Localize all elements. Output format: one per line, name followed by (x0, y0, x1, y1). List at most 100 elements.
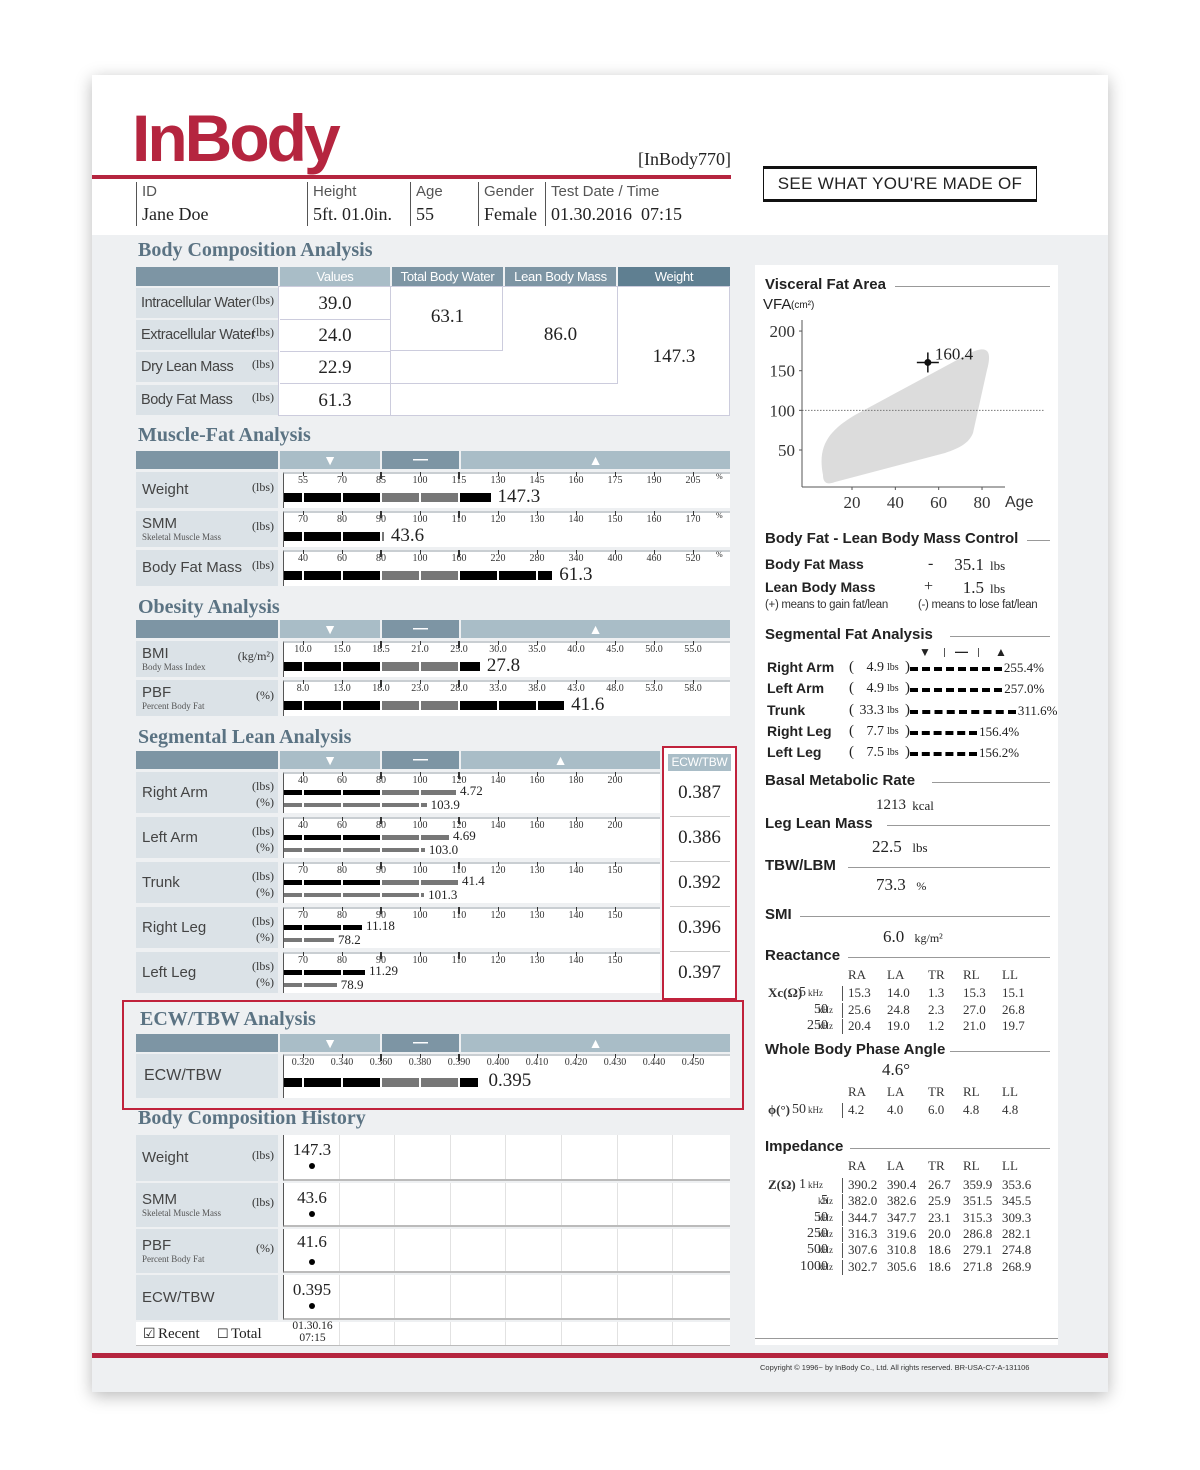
table-freq-unit: kHz (818, 1261, 833, 1272)
mfa-bar-segment (538, 571, 553, 580)
table-cell: 282.1 (1002, 1225, 1032, 1241)
row-sublabel: Body Mass Index (142, 662, 206, 672)
bca-title: Body Composition Analysis (138, 239, 373, 261)
table-column-header: LL (1002, 967, 1018, 982)
obesity-bar-segment (499, 701, 536, 710)
impedance-title-rule (850, 1148, 1050, 1149)
mfa-bar-segment (343, 532, 380, 541)
scale-tick-label: 15.0 (333, 644, 351, 655)
table-cell: 305.6 (887, 1258, 917, 1274)
sla-pct-bar-segment (343, 893, 380, 897)
ecw-bar-segment (421, 1078, 458, 1087)
table-cell: 390.2 (848, 1177, 878, 1192)
obesity-title: Obesity Analysis (138, 596, 280, 618)
normal-range-icon: — (413, 1034, 428, 1051)
scale-tick-label: 205 (685, 475, 701, 486)
scale-tick-label: 100 (412, 514, 428, 525)
scale-tick-label: 180 (568, 775, 584, 786)
leg_lean-value: 22.5 (872, 837, 902, 856)
table-cell: 6.0 (928, 1102, 945, 1117)
sfa-unit: lbs (887, 747, 899, 759)
header-red-rule (92, 175, 731, 179)
scale-tick-label: 140 (568, 910, 584, 921)
bca-row-unit: (lbs) (252, 293, 274, 307)
ecw-tbw-value: 0.392 (678, 872, 721, 893)
scale-tick-label: 100 (412, 955, 428, 966)
table-cell: 26.8 (1002, 1001, 1025, 1017)
scale-tick-label: 100 (412, 475, 428, 486)
sla-lbs-bar-segment (343, 970, 366, 975)
table-cell: 390.4 (887, 1177, 917, 1192)
table-divider (842, 1019, 843, 1034)
control-title: Body Fat - Lean Body Mass Control (765, 530, 1019, 547)
tbw_lbm-title: TBW/LBM (765, 857, 836, 874)
ecw-bar-segment (304, 1078, 341, 1087)
history-data-point (309, 1211, 315, 1217)
table-divider (842, 1243, 843, 1259)
history-grid-line (672, 1135, 674, 1179)
scale-tick-label: 160 (646, 514, 662, 525)
slogan-box: SEE WHAT YOU'RE MADE OF (763, 166, 1037, 202)
table-freq-unit: kHz (808, 988, 823, 998)
lbm-box-bottom (391, 383, 618, 384)
table-freq: 50 (792, 1102, 806, 1117)
sla-pct-bar-segment (382, 848, 419, 852)
recent-checkbox-icon[interactable]: ☑ (143, 1325, 156, 1342)
scale-tick-label: 190 (646, 475, 662, 486)
table-cell: 302.7 (848, 1258, 878, 1274)
table-cell: 2.3 (928, 1001, 945, 1017)
sfa-unit: lbs (887, 683, 899, 695)
obesity-bar-segment (284, 701, 302, 710)
total-checkbox-icon[interactable]: ☐ (217, 1326, 229, 1342)
field-value-0: Jane Doe (142, 204, 209, 224)
under-range-icon: ▼ (323, 1035, 337, 1051)
scale-tick-label: 0.450 (681, 1057, 705, 1068)
history-grid-line (449, 1229, 451, 1271)
scale-tick-label: 10.0 (294, 644, 312, 655)
mfa-bar-segment (304, 571, 341, 580)
table-cell: 286.8 (963, 1225, 993, 1241)
scale-tick-label: 85 (376, 475, 386, 486)
ecw-header-blank (136, 1034, 278, 1052)
table-freq-unit: kHz (818, 1196, 833, 1207)
bca-column-header: Values (280, 267, 390, 286)
vfa-x-tick-label: 80 (974, 493, 991, 512)
table-column-header: RA (848, 967, 867, 982)
row-unit-lbs: (lbs) (252, 869, 274, 883)
history-grid-line (561, 1275, 562, 1318)
scale-tick-label: 150 (607, 865, 623, 876)
history-grid-line (561, 1229, 562, 1271)
table-column-header: TR (928, 1084, 945, 1099)
row-label: Left Arm (142, 829, 198, 846)
table-freq-unit: kHz (818, 1212, 833, 1223)
bca-row-value: 22.9 (318, 357, 352, 378)
table-column-header: RA (848, 1084, 867, 1099)
scale-tick-label: 60 (337, 775, 347, 786)
scale-tick-label: 200 (607, 775, 623, 786)
control-value: 1.5 (962, 578, 984, 597)
scale-tick-label: 80 (337, 955, 347, 966)
under-range-icon: ▼ (323, 621, 337, 637)
table-cell: 4.8 (1002, 1102, 1019, 1117)
sla-pct-bar-segment (304, 938, 334, 942)
recent-label[interactable]: Recent (158, 1326, 200, 1343)
leg_lean-unit: lbs (912, 840, 928, 855)
scale-tick-label: 30.0 (489, 644, 507, 655)
mfa-bar-segment (382, 532, 384, 541)
over-range-icon: ▲ (588, 621, 603, 637)
sla-lbs-bar-segment (421, 835, 450, 840)
sla-pct-value: 101.3 (428, 887, 458, 902)
scale-tick-label: 0.360 (369, 1057, 393, 1068)
table-freq: 1 (799, 1177, 806, 1192)
scale-tick-label: 38.0 (528, 683, 546, 694)
total-label[interactable]: Total (231, 1326, 262, 1343)
history-data-point (309, 1259, 315, 1265)
row-label: SMM (142, 515, 177, 532)
sla-lbs-value: 11.29 (369, 963, 398, 978)
scale-tick-label: 70 (337, 475, 347, 486)
table-cell: 4.2 (848, 1102, 865, 1117)
scale-tick-label: 175 (607, 475, 623, 486)
scale-tick-label: 150 (607, 955, 623, 966)
vfa-y-tick-label: 100 (770, 401, 796, 420)
mfa-header-blank (136, 451, 278, 469)
